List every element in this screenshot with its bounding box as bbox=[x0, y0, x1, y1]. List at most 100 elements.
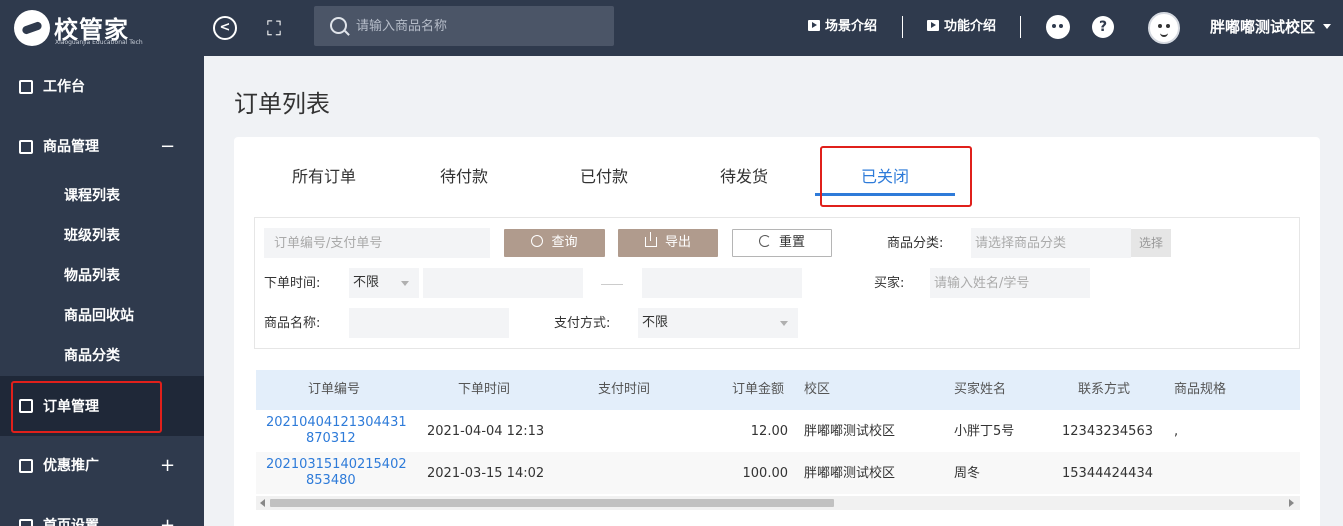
product-name-label: 商品名称: bbox=[264, 316, 321, 331]
fullscreen-icon[interactable]: ⛶ bbox=[262, 16, 286, 40]
column-header-amount: 订单金额 bbox=[732, 382, 785, 397]
orders-table: 订单编号 下单时间 支付时间 订单金额 校区 买家姓名 联系方式 商品规格 20… bbox=[256, 370, 1300, 512]
choose-category-button[interactable]: 选择 bbox=[1131, 229, 1171, 257]
reset-button[interactable]: 重置 bbox=[732, 229, 832, 257]
pay-method-label: 支付方式: bbox=[554, 316, 611, 331]
order-no-input[interactable] bbox=[264, 228, 490, 258]
horizontal-scrollbar[interactable] bbox=[256, 496, 1300, 510]
refresh-icon bbox=[758, 235, 771, 247]
coupon-icon bbox=[19, 459, 33, 473]
tab-closed[interactable]: 已关闭 bbox=[845, 165, 925, 189]
query-button[interactable]: 查询 bbox=[504, 229, 605, 257]
scroll-right-icon[interactable] bbox=[1289, 499, 1294, 507]
pay-method-select[interactable]: 不限 bbox=[638, 308, 798, 338]
sidebar-item-order-mgmt[interactable]: 订单管理 bbox=[0, 376, 204, 436]
school-name: 胖嘟嘟测试校区 bbox=[1210, 18, 1316, 36]
order-time-end-input[interactable] bbox=[642, 268, 802, 298]
bag-icon bbox=[19, 140, 33, 154]
sidebar-sub-course-list[interactable]: 课程列表 bbox=[0, 176, 204, 216]
caret-down-icon bbox=[401, 281, 409, 286]
page-title: 订单列表 bbox=[234, 90, 330, 118]
scene-intro-link[interactable]: 场景介绍 bbox=[808, 17, 877, 37]
contact-cell: 12343234563 bbox=[1062, 424, 1153, 439]
video-icon bbox=[808, 20, 820, 31]
search-icon[interactable] bbox=[330, 17, 347, 34]
sidebar-item-product-mgmt[interactable]: 商品管理 − bbox=[0, 127, 204, 167]
contact-cell: 15344424434 bbox=[1062, 466, 1153, 481]
range-dash bbox=[601, 284, 623, 285]
column-header-order-no: 订单编号 bbox=[308, 382, 361, 397]
caret-down-icon bbox=[1323, 24, 1332, 29]
feature-intro-link[interactable]: 功能介绍 bbox=[927, 17, 996, 37]
reset-label: 重置 bbox=[778, 235, 805, 250]
sidebar-item-label: 商品管理 bbox=[43, 139, 99, 155]
search-icon bbox=[531, 235, 544, 247]
order-time-cell: 2021-04-04 12:13 bbox=[427, 424, 545, 439]
collapse-sidebar-icon[interactable]: < bbox=[213, 16, 237, 40]
order-time-value: 不限 bbox=[353, 275, 380, 290]
sidebar-item-homepage-settings[interactable]: 首页设置 + bbox=[0, 506, 204, 526]
spec-cell: , bbox=[1174, 424, 1179, 439]
sidebar-sub-item-list[interactable]: 物品列表 bbox=[0, 256, 204, 296]
logo-subtext: Xiaoguanjia Educational Tech bbox=[55, 39, 143, 46]
scroll-left-icon[interactable] bbox=[260, 499, 265, 507]
order-time-cell: 2021-03-15 14:02 bbox=[427, 466, 545, 481]
buyer-input[interactable] bbox=[930, 268, 1090, 298]
school-switcher[interactable]: 胖嘟嘟测试校区 bbox=[1210, 16, 1332, 38]
sidebar-item-promotion[interactable]: 优惠推广 + bbox=[0, 446, 204, 486]
collapse-icon[interactable]: − bbox=[160, 127, 175, 167]
sidebar: 工作台 商品管理 − 课程列表 班级列表 物品列表 商品回收站 商品分类 订单管… bbox=[0, 56, 204, 526]
expand-icon[interactable]: + bbox=[160, 446, 175, 486]
chat-icon[interactable] bbox=[1046, 15, 1070, 39]
expand-icon[interactable]: + bbox=[160, 506, 175, 526]
scrollbar-thumb[interactable] bbox=[270, 499, 834, 507]
logo[interactable]: 校管家 Xiaoguanjia Educational Tech bbox=[14, 8, 164, 48]
sidebar-item-label: 工作台 bbox=[43, 79, 85, 95]
order-time-label: 下单时间: bbox=[264, 276, 321, 291]
help-icon[interactable]: ? bbox=[1092, 16, 1114, 38]
video-icon bbox=[927, 20, 939, 31]
order-no-line: 870312 bbox=[306, 431, 356, 446]
search-input[interactable] bbox=[356, 16, 596, 36]
tab-paid[interactable]: 已付款 bbox=[564, 165, 644, 189]
order-time-select[interactable]: 不限 bbox=[349, 268, 419, 298]
document-icon bbox=[19, 399, 33, 413]
tab-all-orders[interactable]: 所有订单 bbox=[284, 165, 364, 189]
table-row: 20210404121304431 870312 2021-04-04 12:1… bbox=[256, 410, 1300, 452]
active-tab-indicator bbox=[815, 193, 955, 196]
pay-method-value: 不限 bbox=[642, 315, 669, 330]
export-button[interactable]: 导出 bbox=[618, 229, 718, 257]
campus-cell: 胖嘟嘟测试校区 bbox=[804, 424, 896, 439]
sidebar-sub-recycle-bin[interactable]: 商品回收站 bbox=[0, 296, 204, 336]
sidebar-item-label: 优惠推广 bbox=[43, 458, 99, 474]
column-header-buyer: 买家姓名 bbox=[954, 382, 1007, 397]
category-input[interactable] bbox=[971, 228, 1131, 258]
order-time-start-input[interactable] bbox=[423, 268, 583, 298]
order-no-link[interactable]: 20210404121304431 870312 bbox=[266, 415, 407, 447]
order-no-line: 20210404121304431 bbox=[266, 415, 407, 430]
sidebar-item-workbench[interactable]: 工作台 bbox=[0, 67, 204, 107]
column-header-spec: 商品规格 bbox=[1174, 382, 1227, 397]
home-icon bbox=[19, 519, 33, 526]
sidebar-item-label: 首页设置 bbox=[43, 518, 99, 526]
buyer-cell: 小胖丁5号 bbox=[954, 424, 1015, 439]
order-no-line: 20210315140215402 bbox=[266, 457, 407, 472]
product-search bbox=[314, 6, 614, 46]
buyer-cell: 周冬 bbox=[954, 466, 981, 481]
monitor-icon bbox=[19, 80, 33, 94]
category-label: 商品分类: bbox=[887, 236, 944, 251]
caret-down-icon bbox=[780, 321, 788, 326]
scene-intro-label: 场景介绍 bbox=[825, 19, 878, 34]
tab-pending-payment[interactable]: 待付款 bbox=[424, 165, 504, 189]
buyer-label: 买家: bbox=[874, 276, 905, 291]
sidebar-sub-class-list[interactable]: 班级列表 bbox=[0, 216, 204, 256]
avatar[interactable] bbox=[1148, 12, 1180, 44]
sidebar-sub-category[interactable]: 商品分类 bbox=[0, 336, 204, 376]
product-name-input[interactable] bbox=[349, 308, 509, 338]
sidebar-item-label: 订单管理 bbox=[43, 399, 99, 415]
top-header: 校管家 Xiaoguanjia Educational Tech < ⛶ 场景介… bbox=[0, 0, 1343, 56]
order-no-line: 853480 bbox=[306, 473, 356, 488]
amount-cell: 100.00 bbox=[742, 466, 789, 481]
order-no-link[interactable]: 20210315140215402 853480 bbox=[266, 457, 407, 489]
tab-pending-shipment[interactable]: 待发货 bbox=[704, 165, 784, 189]
